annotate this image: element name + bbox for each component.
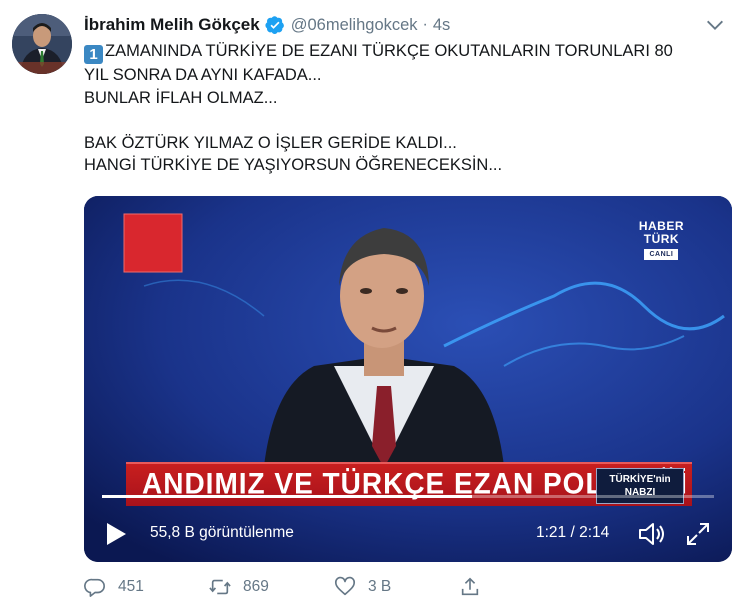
tweet: İbrahim Melih Gökçek @06melihgokcek · 4s… [0, 0, 744, 612]
progress-bar[interactable] [102, 495, 714, 498]
tweet-text-line: YIL SONRA DA AYNI KAFADA... [84, 66, 322, 84]
avatar-image [12, 14, 72, 74]
fullscreen-icon[interactable] [684, 520, 712, 548]
reply-icon [84, 578, 105, 597]
progress-bar-fill [102, 495, 472, 498]
retweet-icon [209, 579, 231, 595]
tweet-text: 1 ZAMANINDA TÜRKİYE DE EZANI TÜRKÇE OKUTA… [84, 40, 724, 177]
tweet-actions: 451 869 3 B [84, 570, 724, 604]
duration: 2:14 [579, 524, 610, 541]
reply-count: 451 [118, 578, 144, 595]
tweet-header: İbrahim Melih Gökçek @06melihgokcek · 4s [84, 12, 734, 38]
avatar[interactable] [12, 14, 72, 74]
reply-button[interactable]: 451 [84, 576, 209, 598]
author-name[interactable]: İbrahim Melih Gökçek [84, 15, 260, 35]
retweet-button[interactable]: 869 [209, 576, 334, 598]
program-logo-line: TÜRKİYE'nin [609, 474, 671, 485]
tweet-text-line: BAK ÖZTÜRK YILMAZ O İŞLER GERİDE KALDI..… [84, 133, 457, 152]
program-logo: TÜRKİYE'nin NABZI [596, 468, 684, 504]
video-player[interactable]: HABER TÜRK CANLI ANDIMIZ VE TÜRKÇE EZAN … [84, 196, 732, 562]
author-handle[interactable]: @06melihgokcek [291, 16, 418, 35]
heart-icon [335, 576, 355, 596]
time-display: 1:21 / 2:14 [536, 524, 609, 542]
share-button[interactable] [459, 576, 584, 598]
view-count: 55,8 B görüntülenme [150, 524, 294, 541]
tweet-text-line: BUNLAR İFLAH OLMAZ... [84, 88, 278, 107]
like-count: 3 B [368, 578, 392, 595]
live-badge: CANLI [644, 249, 679, 260]
keycap-one-icon: 1 [84, 45, 103, 64]
channel-logo-line: TÜRK [643, 232, 680, 246]
verified-badge-icon [265, 16, 284, 34]
time-separator: / [566, 524, 580, 541]
like-button[interactable]: 3 B [334, 576, 459, 598]
channel-logo: HABER TÜRK CANLI [639, 220, 684, 260]
video-controls: 55,8 B görüntülenme 1:21 / 2:14 [84, 506, 732, 562]
separator-dot: · [422, 16, 428, 33]
tweet-text-segment: ZAMANINDA TÜRKİYE DE EZANI TÜRKÇE OKUTAN… [105, 42, 673, 60]
retweet-count: 869 [243, 578, 269, 595]
tweet-text-line: 1 ZAMANINDA TÜRKİYE DE EZANI TÜRKÇE OKUTA… [84, 40, 724, 64]
share-icon [461, 577, 479, 596]
chevron-down-icon[interactable] [704, 14, 726, 36]
tweet-timestamp[interactable]: 4s [433, 16, 450, 35]
current-time: 1:21 [536, 524, 567, 541]
play-icon[interactable] [102, 520, 130, 548]
tweet-text-line: HANGİ TÜRKİYE DE YAŞIYORSUN ÖĞRENECEKSİN… [84, 156, 503, 175]
volume-muted-icon[interactable] [636, 520, 668, 548]
lower-third-banner: ANDIMIZ VE TÜRKÇE EZAN POLEMİĞİ TÜRKİYE'… [126, 462, 692, 506]
